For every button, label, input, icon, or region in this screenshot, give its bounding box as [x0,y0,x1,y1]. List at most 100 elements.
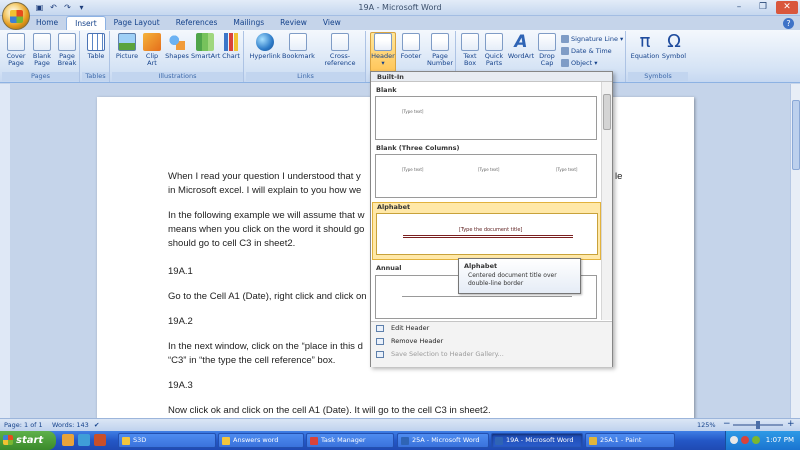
omega-icon: Ω [667,31,681,52]
quicklaunch-icon[interactable] [94,434,106,446]
taskbar-item-paint[interactable]: 25A.1 - Paint [585,433,675,448]
taskbar: start S3D Answers word Task Manager 25A … [0,431,800,450]
taskbar-item-task-manager[interactable]: Task Manager [306,433,394,448]
page-break-icon [58,33,76,51]
smartart-icon [196,33,214,51]
cross-reference-button[interactable]: Cross-reference [315,33,365,67]
clip-art-icon [143,33,161,51]
group-label-links: Links [246,72,365,81]
quicklaunch-icon[interactable] [78,434,90,446]
smartart-button[interactable]: SmartArt [191,33,220,60]
signature-icon [561,35,569,43]
office-button[interactable] [2,2,30,30]
hyperlink-button[interactable]: Hyperlink [248,33,282,60]
gallery-item-alphabet[interactable]: [Type the document title] [376,213,598,255]
window-controls: – ❐ ✕ [728,1,798,14]
zoom-slider-knob[interactable] [756,421,760,429]
minimize-button[interactable]: – [728,1,750,14]
window-title: 19A - Microsoft Word [358,3,442,12]
footer-icon [402,33,420,51]
folder-icon [122,437,130,445]
tab-page-layout[interactable]: Page Layout [106,16,168,30]
tooltip-title: Alphabet [464,262,498,270]
doc-paragraph: Now click ok and click on the cell A1 (D… [168,405,491,416]
drop-cap-button[interactable]: Drop Cap [536,33,558,67]
edit-header-menu-item[interactable]: Edit Header [371,322,612,335]
taskbar-item-s3d[interactable]: S3D [118,433,216,448]
tray-icon[interactable] [730,436,738,444]
quick-parts-button[interactable]: Quick Parts [482,33,506,67]
zoom-out-icon[interactable]: − [723,419,731,429]
zoom-level[interactable]: 125% [697,421,716,429]
page-count-status[interactable]: Page: 1 of 1 [4,421,43,429]
gallery-menu: Edit Header Remove Header Save Selection… [371,321,612,367]
office-logo-icon [10,10,23,23]
hyperlink-globe-icon [256,33,274,51]
gallery-item-blank[interactable]: [Type text] [375,96,597,140]
tab-view[interactable]: View [315,16,349,30]
page-number-button[interactable]: Page Number [425,33,455,67]
object-button[interactable]: Object ▾ [561,59,598,67]
maximize-button[interactable]: ❐ [752,1,774,14]
bookmark-button[interactable]: Bookmark [282,33,315,60]
tab-references[interactable]: References [168,16,226,30]
gallery-item-blank-three-columns[interactable]: [Type text] [Type text] [Type text] [375,154,597,198]
group-pages: Cover Page Blank Page Page Break Pages [2,31,80,82]
tray-icon[interactable] [752,436,760,444]
scrollbar-thumb[interactable] [792,100,800,170]
text-box-button[interactable]: Text Box [459,33,481,67]
zoom-in-icon[interactable]: + [787,419,795,429]
word-count-status[interactable]: Words: 143 [52,421,89,429]
tab-review[interactable]: Review [272,16,315,30]
zoom-slider[interactable] [733,421,783,429]
tab-home[interactable]: Home [28,16,66,30]
equation-button[interactable]: π Equation [630,33,660,60]
tab-mailings[interactable]: Mailings [225,16,272,30]
ribbon-tabs: Home Insert Page Layout References Maili… [28,16,349,30]
symbol-button[interactable]: Ω Symbol [661,33,687,60]
shapes-button[interactable]: Shapes [164,33,190,60]
word-icon [401,437,409,445]
cover-page-button[interactable]: Cover Page [4,33,28,67]
picture-icon [118,33,136,51]
quicklaunch-icon[interactable] [62,434,74,446]
vertical-scrollbar[interactable] [790,84,800,418]
group-label-tables: Tables [82,72,109,81]
gallery-scrollbar[interactable] [601,82,612,320]
wordart-button[interactable]: A WordArt [507,33,535,60]
header-button[interactable]: Header ▾ [370,32,396,72]
blank-page-button[interactable]: Blank Page [30,33,54,67]
group-tables: Table Tables [82,31,110,82]
tab-insert[interactable]: Insert [66,16,106,30]
wordart-icon: A [514,32,528,52]
folder-icon [222,437,230,445]
help-icon[interactable]: ? [783,18,794,29]
table-button[interactable]: Table [84,33,108,60]
group-label-symbols: Symbols [628,72,688,81]
tray-icon[interactable] [741,436,749,444]
shapes-icon [168,33,186,51]
signature-line-button[interactable]: Signature Line ▾ [561,35,623,43]
chart-button[interactable]: Chart [220,33,242,60]
save-selection-menu-item[interactable]: Save Selection to Header Gallery... [371,348,612,361]
cross-reference-icon [331,33,349,51]
taskbar-item-19a-word[interactable]: 19A - Microsoft Word [491,433,583,448]
gallery-scrollbar-thumb[interactable] [603,94,611,130]
system-tray: 1:07 PM [725,431,800,450]
proofing-icon[interactable]: ✔ [94,421,99,429]
taskbar-item-25a-word[interactable]: 25A - Microsoft Word [397,433,489,448]
footer-button[interactable]: Footer [398,33,424,60]
picture-button[interactable]: Picture [114,33,140,60]
clock[interactable]: 1:07 PM [766,436,794,444]
vertical-ruler [0,84,10,418]
save-selection-icon [376,351,384,358]
close-button[interactable]: ✕ [776,1,798,14]
group-symbols: π Equation Ω Symbol Symbols [628,31,688,82]
start-button[interactable]: start [0,431,56,450]
remove-header-menu-item[interactable]: Remove Header [371,335,612,348]
taskbar-item-answers-word[interactable]: Answers word [218,433,304,448]
clip-art-button[interactable]: Clip Art [142,33,162,67]
page-break-button[interactable]: Page Break [55,33,79,67]
task-manager-icon [310,437,318,445]
date-time-button[interactable]: Date & Time [561,47,612,55]
